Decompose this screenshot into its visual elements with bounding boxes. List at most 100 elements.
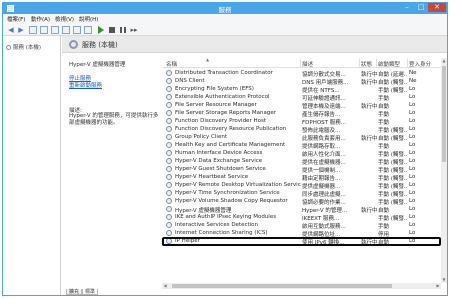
service-name: Health Key and Certificate Management: [175, 142, 286, 148]
description-pane: Hyper-V 虛擬機器管理 停止服務 重新啟動服務 描述: Hyper-V 的…: [62, 54, 162, 283]
service-row[interactable]: Internet Connection Sharing (ICS) 提供網路位址.…: [162, 229, 441, 238]
service-row[interactable]: Encrypting File System (EFS) 提供在 NTFS... 手…: [162, 85, 441, 94]
close-button[interactable]: ✕: [428, 3, 446, 12]
vertical-scroll-thumb[interactable]: [442, 66, 446, 162]
back-arrow-icon[interactable]: ◀: [7, 26, 15, 34]
gear-icon: [6, 45, 11, 50]
service-row[interactable]: Human Interface Device Access 啟用人性化介面... 手…: [162, 149, 441, 158]
service-name: Human Interface Device Access: [175, 150, 263, 156]
service-name: Internet Connection Sharing (ICS): [175, 230, 268, 236]
horizontal-scrollbar[interactable]: ◀ ▶: [162, 283, 441, 289]
service-row[interactable]: File Server Storage Reports Manager 產生儲存報…: [162, 109, 441, 118]
scroll-right-icon[interactable]: ▶: [435, 283, 441, 289]
service-row[interactable]: IKE and AuthIP IPsec Keying Modules IKEEX…: [162, 213, 441, 222]
services-list: 名稱 ▲ 描述 狀態 啟動類型 登入身分 Distributed Transac…: [162, 58, 441, 283]
service-row[interactable]: DNS Client DNS 用戶端服務... 執行中 自動 (觸發... Ne: [162, 77, 441, 86]
help-icon[interactable]: [73, 26, 81, 34]
tab-standard[interactable]: 標準: [82, 289, 99, 295]
maximize-button[interactable]: □: [414, 3, 428, 12]
console-tree: 服務 (本機): [3, 36, 61, 295]
horizontal-scroll-thumb[interactable]: [172, 284, 392, 288]
service-log-on-as: Lo: [409, 134, 416, 140]
service-row[interactable]: File Server Resource Manager 管理本機及遠端... 執行…: [162, 101, 441, 110]
export-list-icon[interactable]: [62, 26, 70, 34]
column-separator[interactable]: [359, 59, 360, 67]
restart-service-icon[interactable]: ▸▸: [130, 26, 138, 34]
service-log-on-as: Lo: [409, 190, 416, 196]
column-header-name[interactable]: 名稱: [166, 60, 177, 68]
service-row[interactable]: Hyper-V 虛擬機器管理 Hyper-V 的管理... 執行中 自動 Lo: [162, 205, 441, 214]
service-row[interactable]: Hyper-V Heartbeat Service 藉由定期報告... 手動 (觸發…: [162, 173, 441, 182]
service-gear-icon: [166, 126, 172, 132]
service-row[interactable]: Hyper-V Time Synchronization Service 同步處理…: [162, 189, 441, 198]
scroll-up-icon[interactable]: ▲: [441, 58, 447, 64]
tree-node-services-local[interactable]: 服務 (本機): [6, 43, 41, 51]
service-row[interactable]: Health Key and Certificate Management 提供網…: [162, 141, 441, 150]
service-name: Hyper-V Remote Desktop Virtualization Se…: [175, 182, 301, 188]
tree-node-label: 服務 (本機): [13, 45, 42, 51]
service-name: Function Discovery Provider Host: [175, 118, 266, 124]
vertical-scrollbar[interactable]: ▲ ▼: [441, 58, 447, 283]
service-row[interactable]: Extensible Authentication Protocol 可延伸驗證通…: [162, 93, 441, 102]
menu-help[interactable]: 說明(H): [79, 15, 98, 23]
service-row[interactable]: Group Policy Client 此服務負責套用... 執行中 自動 (觸發..…: [162, 133, 441, 142]
service-row[interactable]: Hyper-V Data Exchange Service 提供在虛擬機器... 手…: [162, 157, 441, 166]
window-title: 服務: [218, 6, 232, 14]
service-log-on-as: Lo: [409, 150, 416, 156]
restart-service-link[interactable]: 重新啟動服務: [69, 81, 102, 89]
service-gear-icon: [166, 118, 172, 124]
minimize-button[interactable]: –: [400, 3, 414, 12]
service-log-on-as: Lo: [409, 94, 416, 100]
service-row[interactable]: Hyper-V Guest Shutdown Service 提供一個機制... 手…: [162, 165, 441, 174]
service-log-on-as: Lo: [409, 102, 416, 108]
menu-file[interactable]: 檔案(F): [7, 15, 25, 23]
service-name: Group Policy Client: [175, 134, 227, 140]
properties-icon[interactable]: [40, 26, 48, 34]
service-log-on-as: Lo: [409, 110, 416, 116]
refresh-icon[interactable]: [51, 26, 59, 34]
selected-service-title: Hyper-V 虛擬機器管理: [69, 62, 126, 68]
start-service-icon[interactable]: [98, 26, 104, 34]
service-name: IKE and AuthIP IPsec Keying Modules: [175, 214, 277, 220]
column-separator[interactable]: [376, 59, 377, 67]
service-gear-icon: [166, 230, 172, 236]
stop-service-icon[interactable]: [109, 27, 115, 33]
service-log-on-as: Ne: [409, 70, 417, 76]
service-log-on-as: Lo: [409, 206, 416, 212]
menu-view[interactable]: 檢視(V): [55, 15, 74, 23]
service-gear-icon: [166, 222, 172, 228]
forward-arrow-icon[interactable]: ▶: [17, 26, 25, 34]
show-hide-icon[interactable]: [84, 26, 92, 34]
page-title: 服務 (本機): [82, 41, 118, 49]
sort-ascending-icon: ▲: [206, 58, 210, 62]
column-header-description[interactable]: 描述: [302, 60, 313, 68]
column-separator[interactable]: [407, 59, 408, 67]
column-header-startup-type[interactable]: 啟動類型: [378, 60, 400, 68]
column-header-status[interactable]: 狀態: [361, 60, 372, 68]
service-gear-icon: [166, 142, 172, 148]
services-window: 服務 – □ ✕ 檔案(F) 動作(A) 檢視(V) 說明(H) ◀ ▶ ▸▸ …: [2, 2, 448, 296]
column-separator[interactable]: [300, 59, 301, 67]
service-row[interactable]: Function Discovery Provider Host FDPHOST …: [162, 117, 441, 126]
service-name: File Server Storage Reports Manager: [175, 110, 276, 116]
title-bar[interactable]: 服務 – □ ✕: [3, 3, 447, 14]
service-name: Function Discovery Resource Publication: [175, 126, 287, 132]
service-log-on-as: Lo: [409, 174, 416, 180]
service-row[interactable]: Distributed Transaction Coordinator 協調分散式…: [162, 69, 441, 78]
service-name: Hyper-V Data Exchange Service: [175, 158, 263, 164]
service-row[interactable]: Function Discovery Resource Publication 發…: [162, 125, 441, 134]
service-row[interactable]: Interactive Services Detection 啟用互動式服務...…: [162, 221, 441, 230]
tab-extended[interactable]: 擴充: [66, 289, 83, 295]
scroll-down-icon[interactable]: ▼: [441, 277, 447, 283]
service-row[interactable]: Hyper-V Remote Desktop Virtualization Se…: [162, 181, 441, 190]
service-row[interactable]: Hyper-V Volume Shadow Copy Requestor 協調必要…: [162, 197, 441, 206]
service-gear-icon: [166, 150, 172, 156]
service-log-on-as: Lo: [409, 86, 416, 92]
selected-row-highlight: [162, 237, 441, 246]
pause-service-icon[interactable]: [120, 27, 126, 33]
service-name: Hyper-V Heartbeat Service: [175, 174, 249, 180]
console-tree-icon[interactable]: [29, 26, 37, 34]
column-header-log-on-as[interactable]: 登入身分: [409, 60, 431, 68]
scroll-left-icon[interactable]: ◀: [162, 283, 168, 289]
menu-action[interactable]: 動作(A): [31, 15, 50, 23]
